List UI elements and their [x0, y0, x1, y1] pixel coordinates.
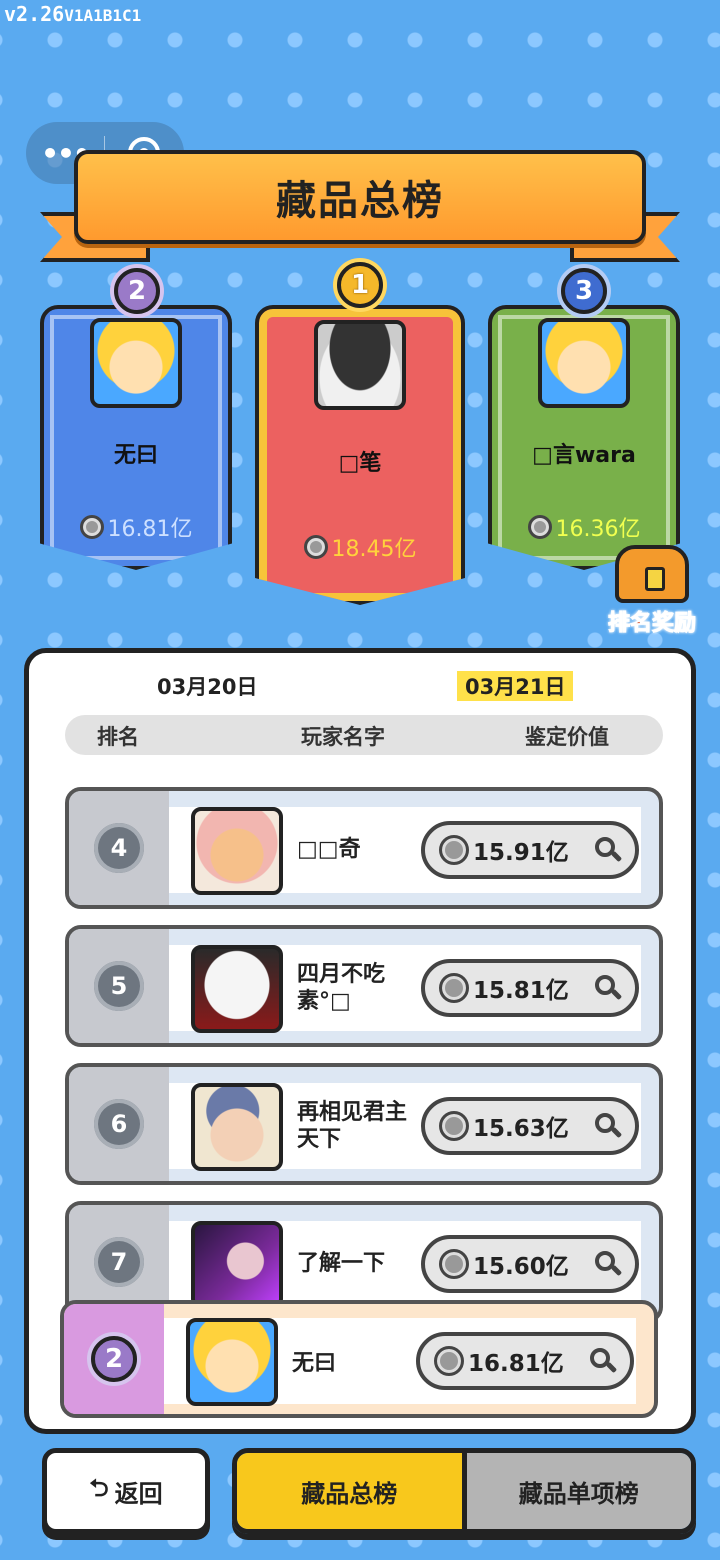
- rank-medal-2-icon: 2: [114, 268, 160, 314]
- podium-name: □言wara: [532, 443, 636, 468]
- podium-value: 16.36亿: [492, 511, 676, 543]
- value-text: 15.91亿: [473, 840, 569, 866]
- value-text: 15.60亿: [473, 1254, 569, 1280]
- date-tabs: 03月20日 03月21日: [29, 671, 691, 701]
- coin-icon: [439, 1249, 469, 1279]
- magnifier-icon[interactable]: [595, 1251, 623, 1277]
- table-row[interactable]: 6 再相见君主天下 15.63亿: [65, 1063, 663, 1185]
- avatar[interactable]: [191, 945, 283, 1033]
- value-text: 16.81亿: [468, 1351, 564, 1377]
- rank-reward-button[interactable]: 排名奖励: [596, 545, 708, 637]
- avatar[interactable]: [186, 1318, 278, 1406]
- player-name: 无曰: [292, 1351, 337, 1376]
- bottom-bar: ⮌ 返回 藏品总榜 藏品单项榜: [0, 1440, 720, 1560]
- title-banner: 藏品总榜: [40, 150, 680, 270]
- value-text: 15.81亿: [473, 978, 569, 1004]
- table-row[interactable]: 4 □□奇 15.91亿: [65, 787, 663, 909]
- coin-icon: [79, 515, 104, 539]
- avatar[interactable]: [191, 1221, 283, 1309]
- back-button[interactable]: ⮌ 返回: [42, 1448, 210, 1534]
- magnifier-icon[interactable]: [590, 1348, 618, 1374]
- title-plate: 藏品总榜: [74, 150, 646, 244]
- rank-number: 6: [94, 1099, 144, 1149]
- value-text: 15.63亿: [473, 1116, 569, 1142]
- version-label: v2.26V1A1B1C1: [4, 2, 142, 26]
- player-name: 了解一下: [297, 1251, 386, 1277]
- value-pill[interactable]: 15.63亿: [421, 1097, 639, 1155]
- page-title: 藏品总榜: [276, 178, 444, 224]
- player-name: □□奇: [297, 837, 361, 863]
- rank-number: 4: [94, 823, 144, 873]
- rank-number: 7: [94, 1237, 144, 1287]
- coin-icon: [303, 535, 328, 559]
- tab-total-ranking[interactable]: 藏品总榜: [237, 1453, 467, 1529]
- date-prev[interactable]: 03月20日: [149, 671, 265, 701]
- back-label: 返回: [114, 1479, 163, 1508]
- coin-icon: [434, 1346, 464, 1376]
- header-player: 玩家名字: [301, 725, 385, 749]
- rank-reward-label: 排名奖励: [607, 611, 696, 637]
- rank-medal-2-icon: 2: [91, 1336, 137, 1382]
- table-header: 排名 玩家名字 鉴定价值: [65, 715, 663, 755]
- avatar[interactable]: [90, 318, 182, 408]
- value-pill[interactable]: 15.60亿: [421, 1235, 639, 1293]
- podium-name: □笔: [338, 451, 382, 476]
- my-rank-row[interactable]: 2 无曰 16.81亿: [60, 1300, 658, 1418]
- avatar[interactable]: [191, 1083, 283, 1171]
- table-row[interactable]: 5 四月不吃素°□ 15.81亿: [65, 925, 663, 1047]
- tab-single-ranking[interactable]: 藏品单项榜: [466, 1453, 691, 1529]
- coin-icon: [527, 515, 552, 539]
- magnifier-icon[interactable]: [595, 975, 623, 1001]
- avatar[interactable]: [191, 807, 283, 895]
- player-name: 再相见君主天下: [297, 1099, 408, 1153]
- coin-icon: [439, 835, 469, 865]
- podium-value: 18.45亿: [259, 531, 461, 563]
- podium-value: 16.81亿: [44, 511, 228, 543]
- coin-icon: [439, 973, 469, 1003]
- avatar[interactable]: [538, 318, 630, 408]
- back-arrow-icon: ⮌: [89, 1473, 109, 1502]
- header-rank: 排名: [97, 725, 139, 749]
- rank-medal-3-icon: 3: [561, 268, 607, 314]
- rank-medal-1-icon: 1: [337, 262, 383, 308]
- magnifier-icon[interactable]: [595, 1113, 623, 1139]
- date-current[interactable]: 03月21日: [457, 671, 574, 701]
- value-pill[interactable]: 15.81亿: [421, 959, 639, 1017]
- coin-icon: [439, 1111, 469, 1141]
- player-name: 四月不吃素°□: [297, 961, 386, 1015]
- rank-number: 5: [94, 961, 144, 1011]
- magnifier-icon[interactable]: [595, 837, 623, 863]
- podium-name: 无曰: [113, 443, 158, 468]
- value-pill[interactable]: 15.91亿: [421, 821, 639, 879]
- value-pill[interactable]: 16.81亿: [416, 1332, 634, 1390]
- treasure-chest-icon: [615, 545, 689, 603]
- avatar[interactable]: [314, 320, 406, 410]
- leaderboard-tabs: 藏品总榜 藏品单项榜: [232, 1448, 696, 1534]
- header-value: 鉴定价值: [525, 725, 609, 749]
